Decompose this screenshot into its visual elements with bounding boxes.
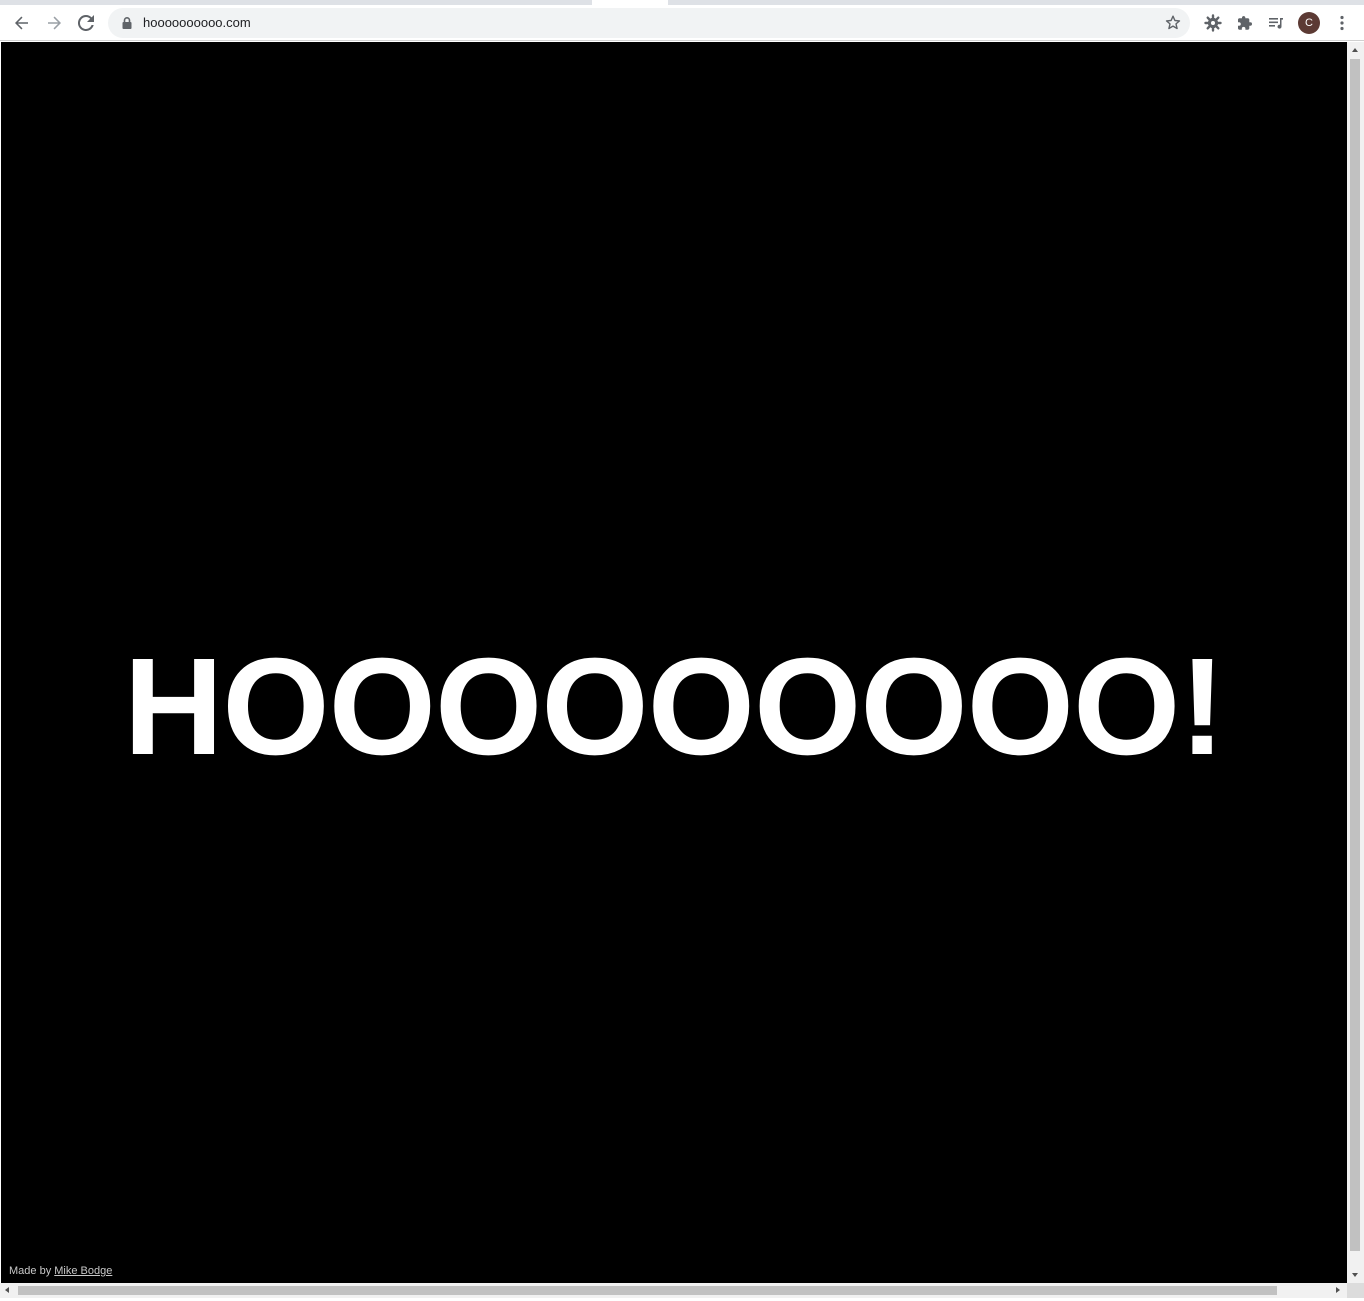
horizontal-scroll-thumb[interactable] [18, 1286, 1277, 1295]
page-viewport: HOOOOOOOOO! Made by Mike Bodge [1, 42, 1347, 1283]
scroll-left-arrow-icon[interactable] [5, 1287, 9, 1293]
back-button[interactable] [8, 9, 36, 37]
vertical-scrollbar[interactable] [1347, 42, 1364, 1283]
browser-window: hoooooooooo.com C HOOOOOOOOO! Made by Mi… [0, 0, 1364, 1301]
browser-menu-button[interactable] [1328, 9, 1356, 37]
forward-icon [48, 16, 61, 30]
extension-button[interactable] [1199, 9, 1227, 37]
author-link[interactable]: Mike Bodge [54, 1265, 112, 1277]
menu-kebab-icon [1340, 15, 1344, 31]
horizontal-scrollbar[interactable] [0, 1283, 1347, 1298]
extensions-button[interactable] [1231, 9, 1259, 37]
extensions-puzzle-icon [1238, 16, 1252, 30]
vertical-scroll-thumb[interactable] [1350, 59, 1360, 1251]
media-queue-icon [1269, 18, 1283, 29]
credit-prefix: Made by [9, 1265, 55, 1277]
credit-line: Made by Mike Bodge [9, 1264, 112, 1278]
bookmark-star-icon[interactable] [1164, 14, 1182, 32]
profile-avatar[interactable]: C [1298, 12, 1320, 34]
page-headline: HOOOOOOOOO! [123, 630, 1226, 784]
forward-button[interactable] [40, 9, 68, 37]
browser-toolbar: hoooooooooo.com C [0, 5, 1364, 41]
url-text[interactable]: hoooooooooo.com [143, 15, 251, 31]
address-bar[interactable]: hoooooooooo.com [108, 8, 1190, 38]
scrollbar-corner [1347, 1283, 1364, 1298]
reload-icon [78, 15, 94, 31]
scroll-up-arrow-icon[interactable] [1352, 48, 1358, 52]
reload-button[interactable] [72, 9, 100, 37]
back-icon [15, 16, 28, 30]
media-queue-button[interactable] [1262, 9, 1290, 37]
scroll-down-arrow-icon[interactable] [1352, 1273, 1358, 1277]
scroll-right-arrow-icon[interactable] [1336, 1287, 1340, 1293]
extension-gear-icon [1204, 14, 1222, 32]
lock-icon[interactable] [120, 16, 134, 30]
